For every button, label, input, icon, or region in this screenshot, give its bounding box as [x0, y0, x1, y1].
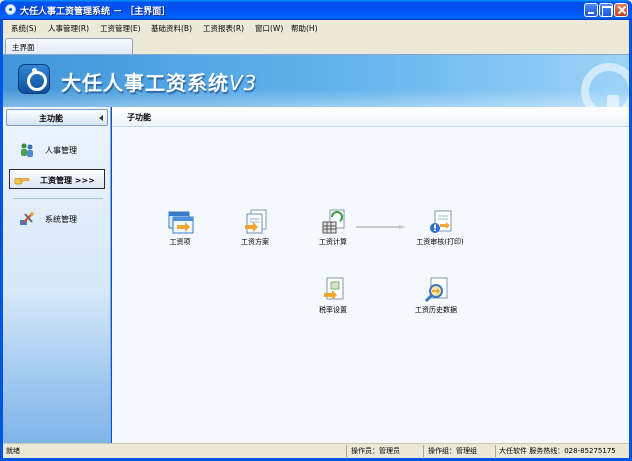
menu-personnel[interactable]: 人事管理(R) [48, 23, 89, 34]
content-header: 子功能 [112, 107, 629, 127]
sidebar-item-label: 人事管理 [45, 146, 77, 155]
menu-window[interactable]: 窗口(W) [255, 23, 283, 34]
function-salary-audit-print[interactable]: 工资审核(打印) [400, 209, 480, 249]
function-label: 工资项 [169, 238, 191, 246]
close-button[interactable] [614, 3, 628, 17]
function-label: 工资计算 [319, 238, 347, 246]
status-separator [423, 445, 424, 457]
flow-arrow-icon [356, 225, 406, 229]
content-header-label: 子功能 [127, 113, 151, 122]
people-icon [21, 143, 33, 157]
collapse-arrow-icon[interactable] [99, 115, 103, 121]
sidebar-item-personnel[interactable]: 人事管理 [9, 140, 105, 160]
title-bar[interactable]: 大任人事工资管理系统 － ［主界面］ [0, 0, 632, 20]
menu-salary-reports[interactable]: 工资报表(R) [203, 23, 244, 34]
tab-main[interactable]: 主界面 [5, 38, 133, 54]
function-salary-calculation[interactable]: 工资计算 [293, 209, 373, 249]
window-title: 大任人事工资管理系统 － ［主界面］ [20, 7, 171, 17]
function-tax-rate-settings[interactable]: 税率设置 [293, 277, 373, 317]
banner-title: 大任人事工资系统V3 [61, 67, 257, 96]
status-group: 操作组：管理组 [428, 447, 477, 455]
status-operator: 操作员：管理员 [351, 447, 400, 455]
function-salary-items[interactable]: 工资项 [140, 209, 220, 249]
decorative-square [607, 95, 619, 107]
function-label: 税率设置 [319, 306, 347, 314]
menu-system[interactable]: 系统(S) [11, 23, 37, 34]
sidebar-item-system[interactable]: 系统管理 [9, 209, 105, 229]
minimize-button[interactable] [584, 3, 598, 17]
maximize-button[interactable] [599, 3, 613, 17]
content-panel: 子功能 工资项 工资方案 工资计算 工资审核(打印) 税率设置 工资历史数据 [112, 107, 629, 443]
tab-main-label: 主界面 [12, 43, 35, 52]
menu-help[interactable]: 帮助(H) [291, 23, 318, 34]
menu-bar: 系统(S) 人事管理(R) 工资管理(E) 基础资料(B) 工资报表(R) 窗口… [3, 20, 629, 35]
app-icon [5, 4, 16, 15]
status-ready: 就绪 [6, 447, 20, 455]
status-separator [495, 445, 496, 457]
tools-icon [20, 212, 34, 225]
sidebar-item-salary[interactable]: 工资管理 >>> [9, 169, 105, 189]
function-salary-history[interactable]: 工资历史数据 [396, 277, 476, 317]
menu-basic-data[interactable]: 基础资料(B) [151, 23, 192, 34]
history-search-icon [424, 277, 448, 303]
sidebar-item-label: 系统管理 [45, 215, 77, 224]
status-separator [346, 445, 347, 457]
menu-salary[interactable]: 工资管理(E) [100, 23, 141, 34]
hand-pointer-icon [14, 178, 30, 185]
sidebar-item-label: 工资管理 >>> [40, 176, 95, 185]
banner: 大任人事工资系统V3 [3, 55, 629, 107]
function-label: 工资审核(打印) [416, 238, 464, 246]
decorative-ring [581, 63, 629, 107]
windows-icon [168, 211, 194, 234]
logo-icon [18, 64, 50, 94]
status-bar: 就绪 操作员：管理员 操作组：管理组 大任软件 服务热线：028-8527517… [3, 443, 629, 458]
sidebar-header-label: 主功能 [39, 114, 63, 123]
app-window: 大任人事工资管理系统 － ［主界面］ 系统(S) 人事管理(R) 工资管理(E)… [0, 0, 632, 461]
sidebar-divider [13, 198, 103, 199]
calculator-icon [322, 209, 345, 234]
document-tabs: 主界面 [3, 35, 629, 55]
sidebar: 主功能 人事管理 工资管理 >>> 系统管理 [3, 107, 111, 443]
audit-print-icon [430, 210, 452, 233]
function-salary-plan[interactable]: 工资方案 [215, 209, 295, 249]
function-label: 工资历史数据 [415, 306, 457, 314]
document-arrow-icon [245, 209, 267, 234]
tax-document-icon [324, 277, 344, 300]
banner-title-text: 大任人事工资系统 [61, 71, 229, 95]
banner-version: V3 [229, 71, 258, 95]
sidebar-header[interactable]: 主功能 [6, 109, 108, 126]
function-label: 工资方案 [241, 238, 269, 246]
status-vendor: 大任软件 服务热线：028-85275175 [499, 447, 616, 455]
